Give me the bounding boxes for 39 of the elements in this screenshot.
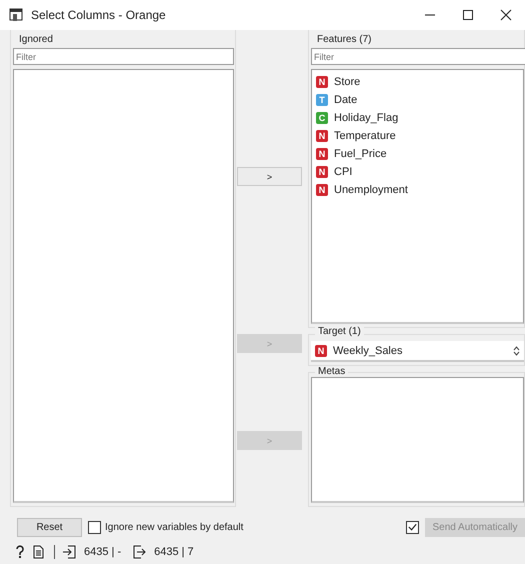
maximize-icon[interactable] xyxy=(462,9,474,21)
help-icon[interactable] xyxy=(15,545,25,559)
target-list[interactable]: N Weekly_Sales xyxy=(311,341,524,362)
input-summary: 6435 | - xyxy=(84,546,122,558)
reset-button[interactable]: Reset xyxy=(17,518,82,536)
filter-field[interactable]: Filter xyxy=(13,48,234,65)
variable-name[interactable]: Store xyxy=(334,76,360,88)
group-title: Ignored xyxy=(18,33,53,47)
input-icon xyxy=(63,545,76,559)
type-badge: T xyxy=(316,94,328,106)
variable-list[interactable]: N Store T Date C Holiday_Flag N Temperature N Fuel_Price N CPI N Unemployment xyxy=(311,69,524,324)
type-badge: N xyxy=(316,130,328,142)
move-button[interactable]: > xyxy=(237,167,302,186)
output-icon xyxy=(133,545,146,559)
spin-arrows-icon[interactable] xyxy=(513,344,520,356)
close-icon[interactable] xyxy=(500,9,512,21)
variable-name[interactable]: Temperature xyxy=(334,130,396,142)
output-summary: 6435 | 7 xyxy=(154,546,194,558)
variable-name[interactable]: Unemployment xyxy=(334,184,408,196)
type-badge: N xyxy=(316,166,328,178)
type-badge: N xyxy=(316,184,328,196)
variable-name[interactable]: Weekly_Sales xyxy=(333,344,402,356)
app-icon xyxy=(9,8,23,22)
variable-name[interactable]: Date xyxy=(334,94,358,106)
type-badge: C xyxy=(316,112,328,124)
variable-name[interactable]: Fuel_Price xyxy=(334,148,387,160)
document-icon[interactable] xyxy=(33,545,44,559)
group-title: Features (7) xyxy=(316,33,372,47)
filter-field[interactable]: Filter xyxy=(311,48,525,65)
variable-name[interactable]: Holiday_Flag xyxy=(334,112,398,124)
type-badge: N xyxy=(316,148,328,160)
checkbox-label: Ignore new variables by default xyxy=(105,522,244,532)
group-title: Metas xyxy=(315,366,348,377)
window-title: Select Columns - Orange xyxy=(31,8,166,22)
variable-name[interactable]: CPI xyxy=(334,166,352,178)
type-badge: N xyxy=(316,76,328,88)
checkbox[interactable] xyxy=(88,520,101,534)
type-badge: N xyxy=(315,344,327,356)
group-title: Target (1) xyxy=(315,326,364,337)
